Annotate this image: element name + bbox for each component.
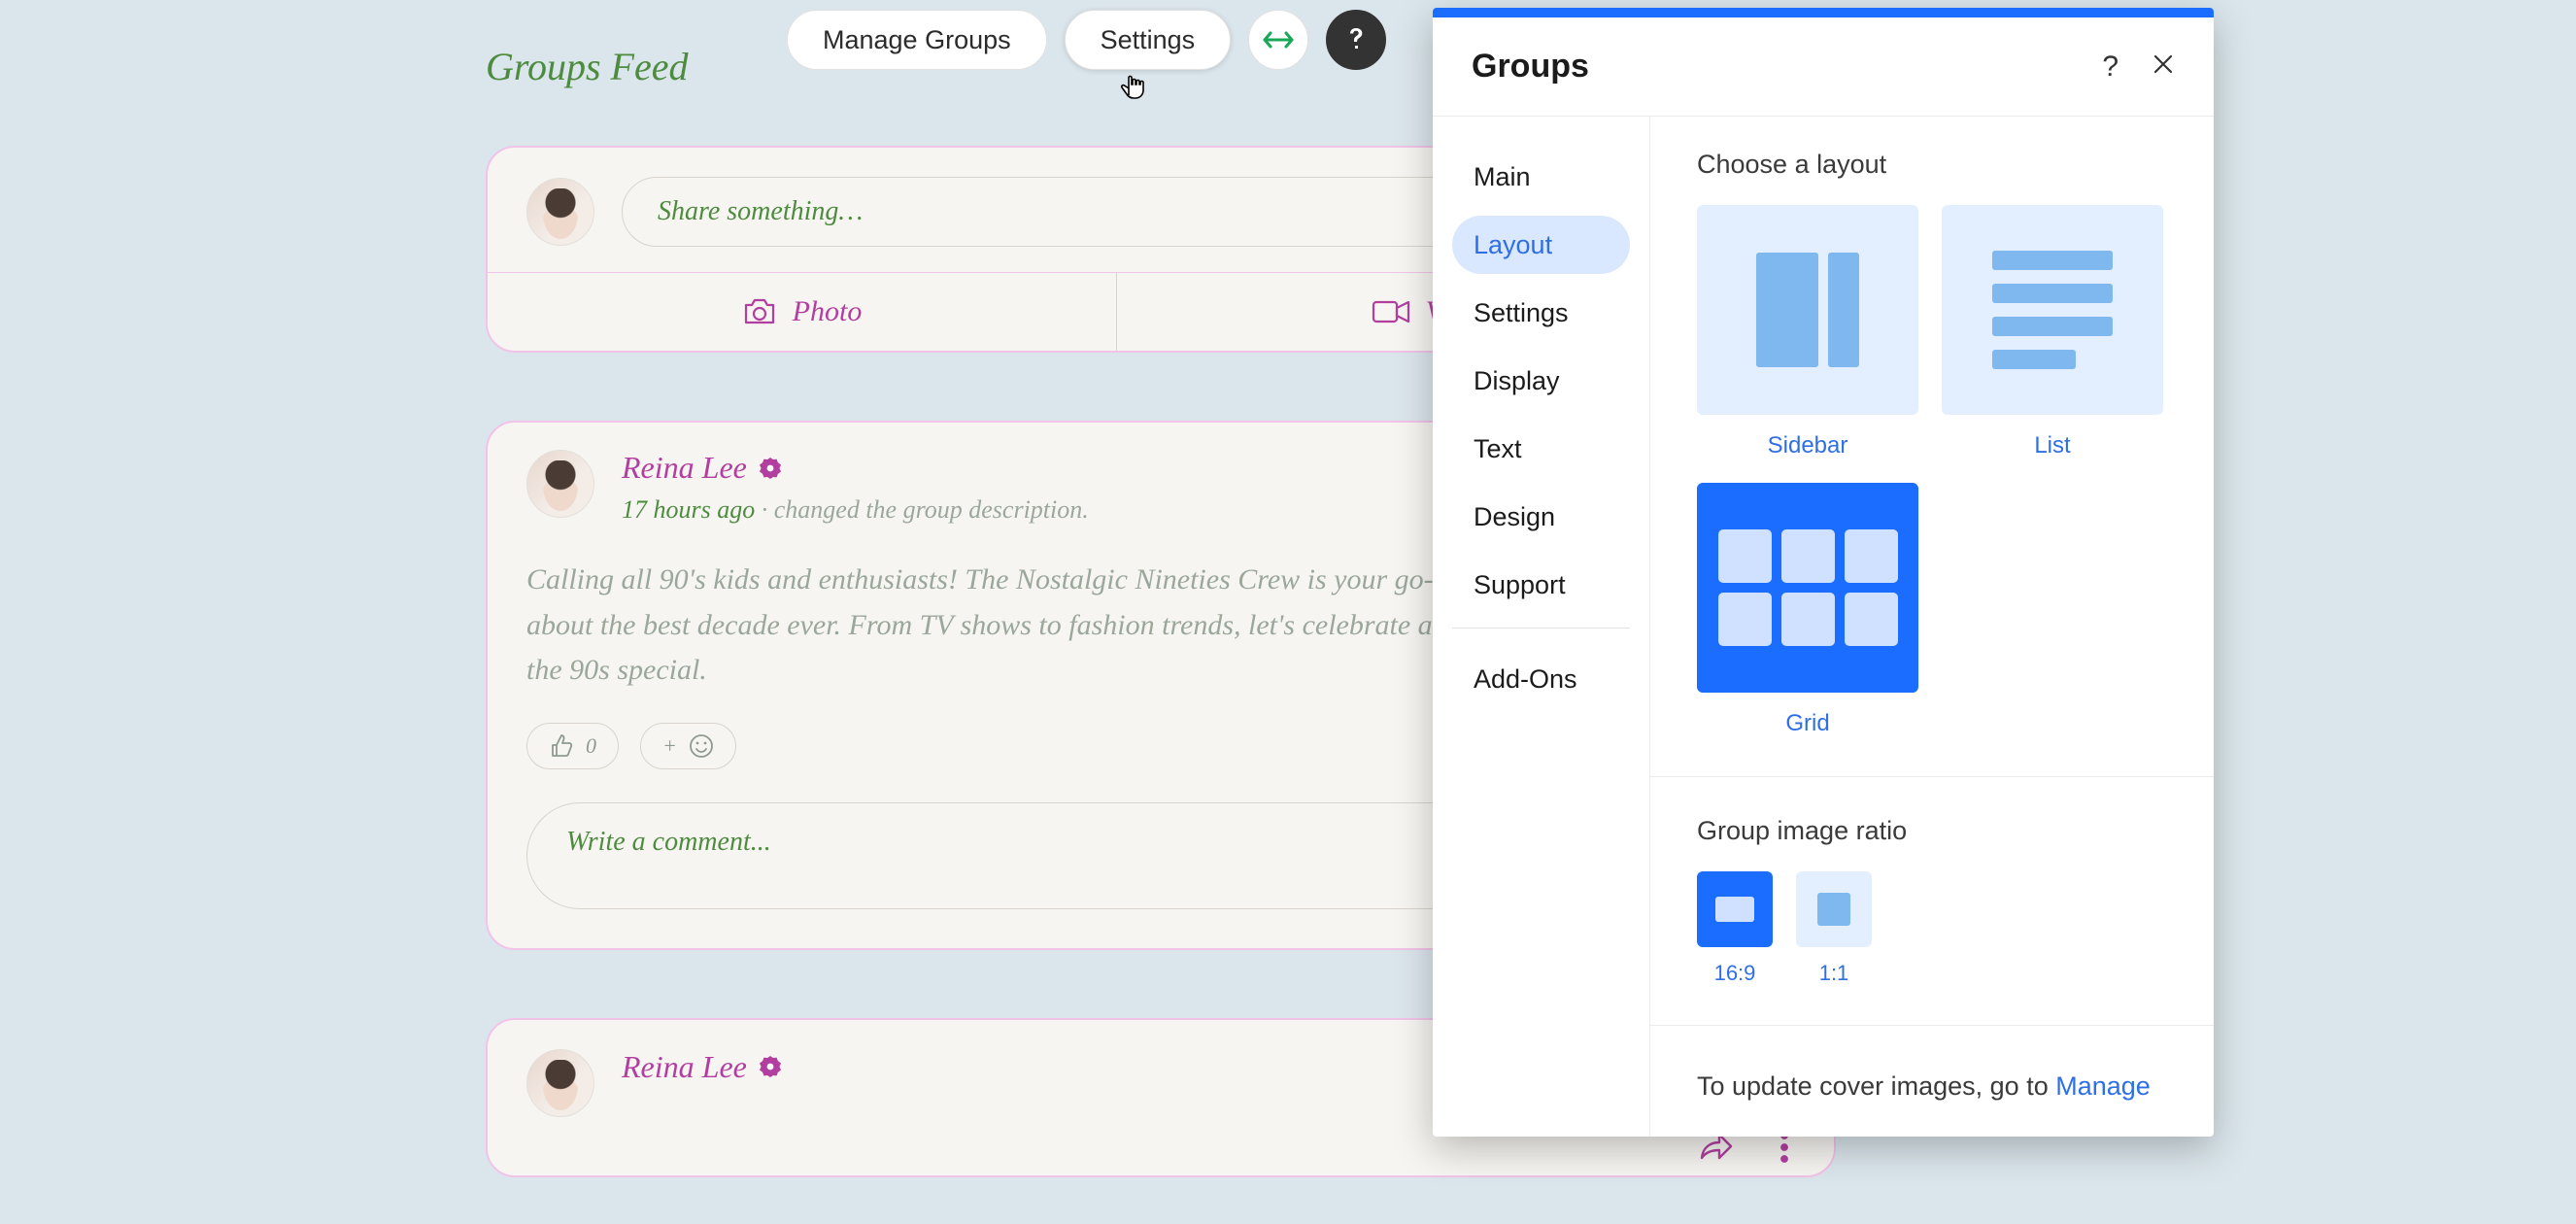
post-time: 17 hours ago: [622, 495, 755, 524]
side-item-display[interactable]: Display: [1452, 352, 1630, 410]
layout-option-list[interactable]: List: [1942, 205, 2163, 459]
plus-icon: +: [662, 733, 677, 759]
toolbar: Manage Groups Settings: [787, 10, 1386, 70]
settings-panel: Groups ? Main Layout Settings Display Te…: [1433, 8, 2214, 1137]
cover-note-text: To update cover images, go to: [1697, 1071, 2055, 1101]
avatar[interactable]: [526, 450, 594, 518]
panel-close-button[interactable]: [2152, 51, 2175, 84]
ratio-option-1-1[interactable]: 1:1: [1796, 871, 1872, 986]
composer-photo-button[interactable]: Photo: [488, 273, 1117, 351]
side-item-settings[interactable]: Settings: [1452, 284, 1630, 342]
post-author[interactable]: Reina Lee: [622, 1049, 782, 1085]
layout-option-sidebar[interactable]: Sidebar: [1697, 205, 1918, 459]
layout-option-label: Sidebar: [1697, 432, 1918, 459]
panel-help-button[interactable]: ?: [2102, 51, 2118, 84]
post-activity: · changed the group description.: [762, 495, 1089, 524]
post-author-name: Reina Lee: [622, 450, 747, 486]
video-icon: [1372, 298, 1410, 325]
layout-option-grid[interactable]: Grid: [1697, 483, 1918, 737]
side-item-main[interactable]: Main: [1452, 148, 1630, 206]
composer-photo-label: Photo: [793, 295, 863, 328]
thumb-up-icon: [549, 733, 574, 759]
smile-icon: [689, 733, 714, 759]
resize-horizontal-icon: [1262, 29, 1295, 51]
side-item-design[interactable]: Design: [1452, 488, 1630, 546]
layout-option-label: Grid: [1697, 710, 1918, 737]
cover-note: To update cover images, go to Manage: [1697, 1067, 2167, 1106]
ratio-label: 1:1: [1796, 961, 1872, 986]
avatar[interactable]: [526, 1049, 594, 1117]
panel-header: Groups ?: [1433, 17, 2214, 117]
panel-sidebar: Main Layout Settings Display Text Design…: [1433, 117, 1650, 1137]
ratio-option-16-9[interactable]: 16:9: [1697, 871, 1773, 986]
panel-title: Groups: [1472, 48, 1589, 85]
avatar[interactable]: [526, 178, 594, 246]
side-item-addons[interactable]: Add-Ons: [1452, 650, 1630, 708]
close-icon: [2152, 52, 2175, 76]
verified-badge-icon: [759, 457, 782, 480]
page-title: Groups Feed: [486, 44, 688, 89]
post-actions: [1698, 1131, 1789, 1181]
post-author[interactable]: Reina Lee: [622, 450, 1089, 486]
like-count: 0: [586, 733, 596, 759]
add-reaction-button[interactable]: +: [640, 723, 736, 769]
post-author-name: Reina Lee: [622, 1049, 747, 1085]
verified-badge-icon: [759, 1055, 782, 1078]
help-button[interactable]: [1326, 10, 1386, 70]
panel-main: Choose a layout Sidebar List Grid Group …: [1650, 117, 2214, 1137]
question-icon: [1346, 25, 1366, 54]
camera-icon: [742, 297, 777, 326]
manage-groups-button[interactable]: Manage Groups: [787, 10, 1047, 70]
ratio-heading: Group image ratio: [1697, 816, 2167, 846]
side-item-text[interactable]: Text: [1452, 420, 1630, 478]
manage-groups-link[interactable]: Manage: [2055, 1071, 2151, 1101]
layout-option-label: List: [1942, 432, 2163, 459]
resize-button[interactable]: [1248, 10, 1308, 70]
like-button[interactable]: 0: [526, 723, 619, 769]
side-item-layout[interactable]: Layout: [1452, 216, 1630, 274]
post-meta: 17 hours ago · changed the group descrip…: [622, 495, 1089, 525]
side-item-support[interactable]: Support: [1452, 556, 1630, 614]
settings-button[interactable]: Settings: [1065, 10, 1232, 70]
ratio-label: 16:9: [1697, 961, 1773, 986]
layout-heading: Choose a layout: [1697, 150, 2167, 180]
